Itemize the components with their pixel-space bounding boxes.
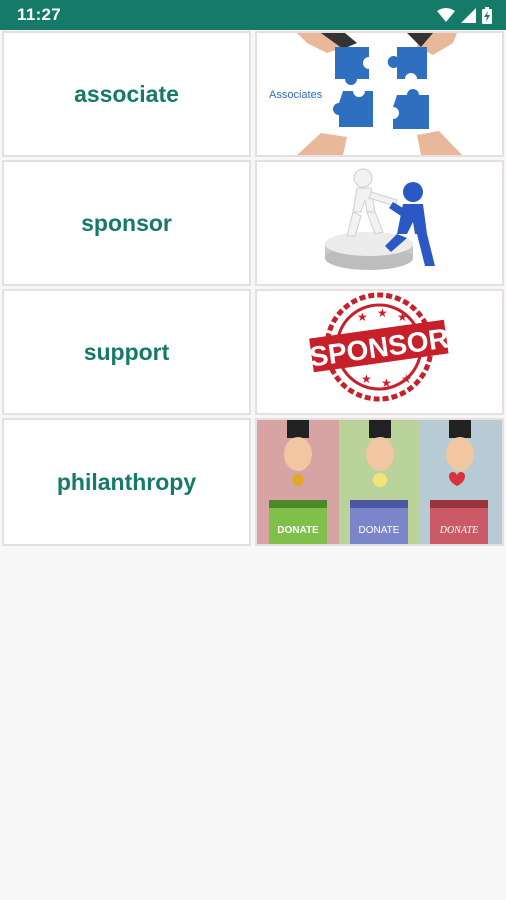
word-card-grid: associate Associates sponsor support SPO… <box>2 31 504 549</box>
donate-label: DONATE <box>439 525 479 536</box>
signal-icon <box>461 7 476 23</box>
sponsor-stamp-image: SPONSOR ★ ★ ★ ★ ★ ★ <box>257 291 502 413</box>
status-icons <box>437 6 492 24</box>
donate-label: DONATE <box>277 525 319 536</box>
word-label: support <box>83 338 170 365</box>
status-bar: 11:27 <box>0 0 506 30</box>
donate-label: DONATE <box>359 525 400 536</box>
picture-card-associate[interactable]: Associates <box>255 31 504 157</box>
puzzle-hands-image: Associates <box>257 33 502 155</box>
battery-charging-icon <box>482 6 492 24</box>
picture-card-support[interactable]: SPONSOR ★ ★ ★ ★ ★ ★ <box>255 289 504 415</box>
word-card-philanthropy[interactable]: philanthropy <box>2 418 251 546</box>
word-card-associate[interactable]: associate <box>2 31 251 157</box>
donation-boxes-image: DONATE DONATE DONATE <box>257 420 502 544</box>
image-caption: Associates <box>269 89 323 101</box>
word-card-sponsor[interactable]: sponsor <box>2 160 251 286</box>
svg-text:★: ★ <box>381 376 392 390</box>
picture-card-philanthropy[interactable]: DONATE DONATE DONATE <box>255 418 504 546</box>
svg-text:★: ★ <box>361 372 372 386</box>
word-label: sponsor <box>81 209 172 236</box>
wifi-icon <box>437 7 455 22</box>
card-row-associate: associate Associates <box>2 31 504 157</box>
word-label: associate <box>74 80 179 107</box>
card-row-philanthropy: philanthropy DONATE DONATE DONATE <box>2 418 504 546</box>
svg-text:★: ★ <box>397 310 408 324</box>
svg-text:★: ★ <box>357 310 368 324</box>
svg-text:★: ★ <box>377 306 388 320</box>
status-time: 11:27 <box>17 5 62 24</box>
word-label: philanthropy <box>56 468 197 495</box>
figures-helping-image <box>257 162 502 284</box>
word-card-support[interactable]: support <box>2 289 251 415</box>
picture-card-sponsor[interactable] <box>255 160 504 286</box>
svg-text:★: ★ <box>401 372 412 386</box>
card-row-support: support SPONSOR ★ ★ ★ ★ ★ ★ <box>2 289 504 415</box>
card-row-sponsor: sponsor <box>2 160 504 286</box>
